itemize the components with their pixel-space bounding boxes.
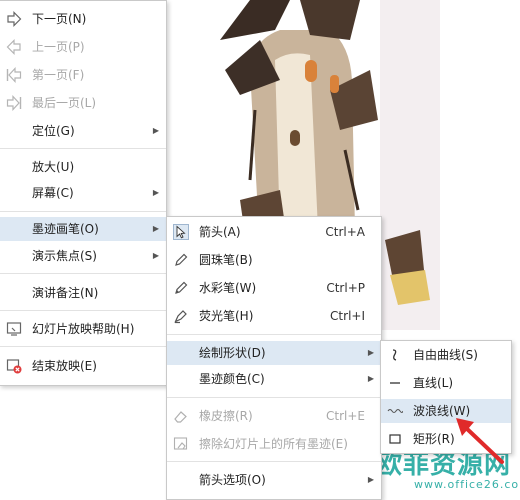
watermark-url: www.office26.com [414,478,520,491]
menu-item-label: 箭头(A) [199,225,241,239]
freeform-curve-icon [392,349,397,361]
menu-item-end-show[interactable]: 结束放映(E) [0,354,166,378]
wavy-line-icon [387,408,403,414]
menu-item-label: 橡皮擦(R) [199,409,253,423]
menu-separator [0,346,166,347]
menu-item-label: 第一页(F) [32,68,85,82]
menu-item-slideshow-help[interactable]: 幻灯片放映帮助(H) [0,317,166,341]
highlighter-icon [174,310,187,324]
menu-item-first-page[interactable]: 第一页(F) [0,63,166,87]
straight-line-icon [390,382,400,384]
ink-pen-submenu: 箭头(A) Ctrl+A 圆珠笔(B) 水彩笔(W) Ctrl+P 荧光笔(H)… [166,216,382,500]
menu-separator [0,148,166,149]
menu-separator [167,334,381,335]
rectangle-icon [389,434,401,444]
menu-item-label: 圆珠笔(B) [199,253,253,267]
menu-item-label: 自由曲线(S) [413,348,478,362]
end-show-icon [6,359,22,374]
menu-item-label: 结束放映(E) [32,359,97,373]
menu-item-label: 定位(G) [32,124,75,138]
menu-item-label: 屏幕(C) [32,186,74,200]
menu-item-label: 放大(U) [32,160,75,174]
last-page-icon [6,95,22,111]
menu-item-label: 矩形(R) [413,432,455,446]
submenu-arrow-icon: ▶ [152,126,159,135]
submenu-item-watercolor-pen[interactable]: 水彩笔(W) Ctrl+P [167,276,381,300]
menu-item-label: 墨迹颜色(C) [199,372,265,386]
submenu-item-eraser[interactable]: 橡皮擦(R) Ctrl+E [167,404,381,428]
eraser-icon [174,411,187,423]
menu-item-label: 绘制形状(D) [199,346,266,360]
submenu-arrow-icon: ▶ [152,224,159,233]
menu-item-label: 水彩笔(W) [199,281,257,295]
menu-item-label: 箭头选项(O) [199,473,266,487]
submenu-arrow-icon: ▶ [367,374,374,383]
menu-separator [167,461,381,462]
menu-item-speaker-notes[interactable]: 演讲备注(N) [0,281,166,305]
next-page-icon [7,11,22,27]
submenu-item-highlighter[interactable]: 荧光笔(H) Ctrl+I [167,304,381,328]
menu-separator [167,397,381,398]
red-pointer-arrow-icon [456,418,504,464]
menu-item-label: 荧光笔(H) [199,309,254,323]
ballpoint-pen-icon [175,253,188,266]
menu-item-label: 下一页(N) [32,12,87,26]
help-icon [6,322,22,336]
menu-item-goto[interactable]: 定位(G) ▶ [0,119,166,143]
watercolor-pen-icon [175,281,188,294]
menu-separator [0,211,166,212]
shortcut-label: Ctrl+I [330,309,365,323]
menu-item-label: 演讲备注(N) [32,286,99,300]
menu-item-label: 擦除幻灯片上的所有墨迹(E) [199,437,348,451]
menu-item-zoom-in[interactable]: 放大(U) [0,155,166,179]
submenu-item-ballpoint-pen[interactable]: 圆珠笔(B) [167,248,381,272]
submenu-item-arrow-pointer[interactable]: 箭头(A) Ctrl+A [167,220,381,244]
submenu-item-erase-all-ink[interactable]: 擦除幻灯片上的所有墨迹(E) [167,432,381,456]
submenu-arrow-icon: ▶ [152,251,159,260]
menu-separator [0,310,166,311]
shape-item-straight-line[interactable]: 直线(L) [381,371,511,395]
menu-item-label: 上一页(P) [32,40,85,54]
submenu-item-draw-shape[interactable]: 绘制形状(D) ▶ [167,341,381,365]
menu-item-next-page[interactable]: 下一页(N) [0,7,166,31]
submenu-arrow-icon: ▶ [152,188,159,197]
cursor-arrow-icon [173,224,189,240]
menu-item-label: 墨迹画笔(O) [32,222,99,236]
slideshow-context-menu: 下一页(N) 上一页(P) 第一页(F) 最后一页(L) 定位(G) ▶ 放大(… [0,0,167,386]
submenu-item-ink-color[interactable]: 墨迹颜色(C) ▶ [167,367,381,391]
first-page-icon [6,67,22,83]
menu-item-label: 直线(L) [413,376,454,390]
menu-item-prev-page[interactable]: 上一页(P) [0,35,166,59]
submenu-arrow-icon: ▶ [367,475,374,484]
shortcut-label: Ctrl+P [326,281,365,295]
menu-item-label: 最后一页(L) [32,96,97,110]
erase-all-icon [173,437,188,450]
menu-item-ink-pen[interactable]: 墨迹画笔(O) ▶ [0,217,166,241]
shortcut-label: Ctrl+A [325,225,365,239]
shortcut-label: Ctrl+E [326,409,365,423]
prev-page-icon [6,39,21,55]
menu-item-label: 幻灯片放映帮助(H) [32,322,135,336]
menu-item-label: 演示焦点(S) [32,249,97,263]
menu-item-screen[interactable]: 屏幕(C) ▶ [0,181,166,205]
menu-separator [0,273,166,274]
shape-item-freeform-curve[interactable]: 自由曲线(S) [381,343,511,367]
submenu-arrow-icon: ▶ [367,348,374,357]
menu-item-presentation-focus[interactable]: 演示焦点(S) ▶ [0,244,166,268]
submenu-item-arrow-options[interactable]: 箭头选项(O) ▶ [167,468,381,492]
menu-item-last-page[interactable]: 最后一页(L) [0,91,166,115]
